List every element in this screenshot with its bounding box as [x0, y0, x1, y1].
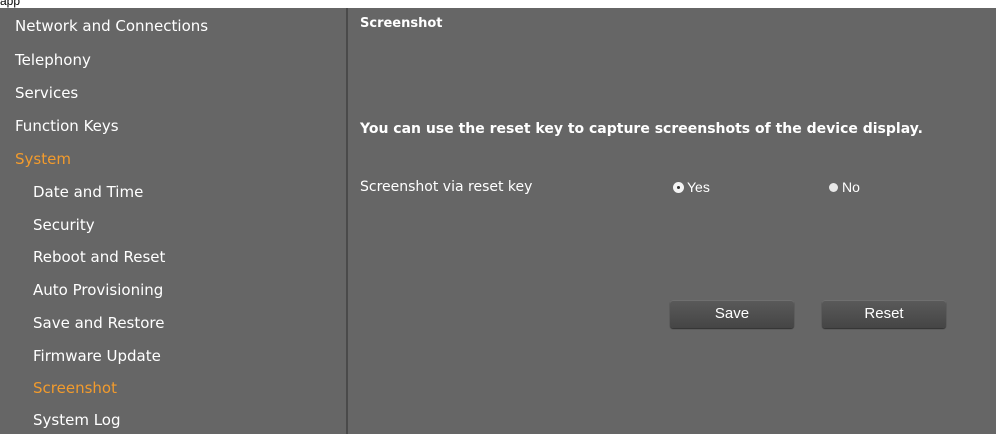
- sidebar-subitem-system-log[interactable]: System Log: [33, 411, 121, 429]
- page-title: Screenshot: [360, 16, 443, 31]
- sidebar-subitem-save-and-restore[interactable]: Save and Restore: [33, 314, 165, 332]
- sidebar-subitem-screenshot[interactable]: Screenshot: [33, 379, 117, 397]
- sidebar-nav: Network and Connections Telephony Servic…: [0, 8, 346, 434]
- sidebar-subitem-reboot-and-reset[interactable]: Reboot and Reset: [33, 248, 165, 266]
- radio-option-no[interactable]: No: [829, 179, 860, 195]
- page-description: You can use the reset key to capture scr…: [360, 121, 923, 137]
- sidebar-item-system[interactable]: System: [15, 150, 71, 168]
- main-panel: Screenshot You can use the reset key to …: [348, 8, 996, 434]
- sidebar-item-services[interactable]: Services: [15, 84, 78, 102]
- radio-selected-icon[interactable]: [674, 182, 683, 192]
- window-title: app: [0, 0, 21, 8]
- sidebar-item-function-keys[interactable]: Function Keys: [15, 117, 119, 135]
- sidebar-subitem-security[interactable]: Security: [33, 216, 95, 234]
- reset-button[interactable]: Reset: [822, 300, 946, 328]
- sidebar-subitem-auto-provisioning[interactable]: Auto Provisioning: [33, 281, 163, 299]
- radio-option-yes[interactable]: Yes: [674, 179, 710, 195]
- sidebar-item-network-and-connections[interactable]: Network and Connections: [15, 17, 208, 35]
- radio-option-no-label: No: [842, 179, 860, 195]
- screenshot-setting-label: Screenshot via reset key: [360, 179, 533, 195]
- sidebar-subitem-date-and-time[interactable]: Date and Time: [33, 183, 143, 201]
- sidebar-item-telephony[interactable]: Telephony: [15, 51, 91, 69]
- sidebar-subitem-firmware-update[interactable]: Firmware Update: [33, 347, 161, 365]
- radio-unselected-icon[interactable]: [829, 182, 838, 192]
- radio-option-yes-label: Yes: [687, 179, 710, 195]
- save-button[interactable]: Save: [670, 300, 794, 328]
